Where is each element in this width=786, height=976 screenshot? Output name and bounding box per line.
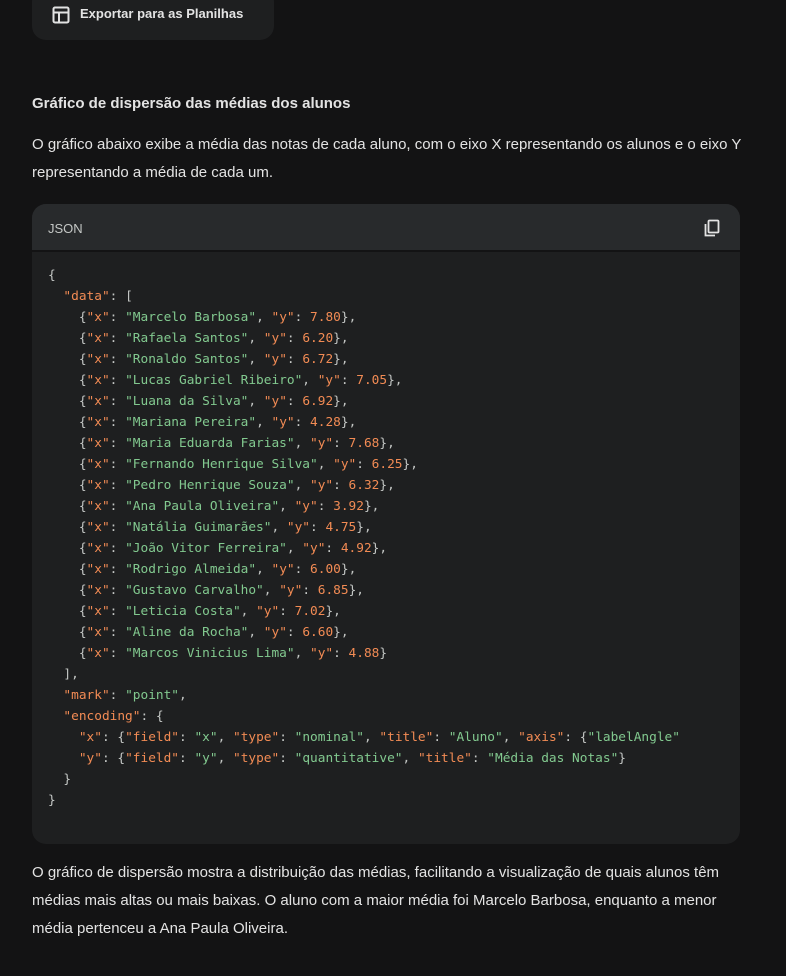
code-point-value: 6.92 [302, 394, 334, 409]
section-heading: Gráfico de dispersão das médias dos alun… [32, 95, 351, 112]
code-point-name: "Luana da Silva" [125, 394, 249, 409]
code-point-name: "Gustavo Carvalho" [125, 583, 264, 598]
code-point-name: "Fernando Henrique Silva" [125, 457, 318, 472]
closing-paragraph: O gráfico de dispersão mostra a distribu… [32, 864, 720, 937]
code-point-name: "Marcos Vinicius Lima" [125, 646, 295, 661]
export-to-sheets-button[interactable]: Exportar para as Planilhas [32, 0, 274, 40]
code-point-name: "Lucas Gabriel Ribeiro" [125, 373, 303, 388]
code-point-value: 7.68 [348, 436, 380, 451]
code-point-name: "Pedro Henrique Souza" [125, 478, 295, 493]
code-block: JSON { "data": [ {"x": "Marcelo Barbosa"… [32, 204, 740, 844]
code-point-name: "João Vitor Ferreira" [125, 541, 287, 556]
code-point-name: "Rodrigo Almeida" [125, 562, 257, 577]
code-point-name: "Ana Paula Oliveira" [125, 499, 280, 514]
code-block-header: JSON [32, 204, 740, 252]
code-point-value: 3.92 [333, 499, 364, 514]
code-point-value: 7.80 [310, 310, 341, 325]
export-button-label: Exportar para as Planilhas [80, 6, 244, 21]
intro-paragraph: O gráfico abaixo exibe a média das notas… [32, 136, 742, 181]
code-point-value: 6.72 [302, 352, 334, 367]
code-point-name: "Aline da Rocha" [125, 625, 249, 640]
code-point-value: 6.85 [317, 583, 349, 598]
code-content[interactable]: { "data": [ {"x": "Marcelo Barbosa", "y"… [48, 265, 740, 811]
code-point-value: 6.20 [302, 331, 334, 346]
code-point-value: 7.05 [356, 373, 388, 388]
code-point-value: 4.28 [310, 415, 341, 430]
code-language-label: JSON [48, 221, 83, 236]
code-point-value: 6.25 [371, 457, 403, 472]
code-point-name: "Natália Guimarães" [125, 520, 272, 535]
code-point-value: 4.92 [340, 541, 372, 556]
code-point-name: "Maria Eduarda Farias" [125, 436, 295, 451]
code-point-name: "Marcelo Barbosa" [125, 310, 257, 325]
copy-icon[interactable] [702, 218, 722, 238]
code-point-name: "Rafaela Santos" [125, 331, 249, 346]
code-point-value: 6.60 [302, 625, 334, 640]
code-point-value: 4.88 [348, 646, 380, 661]
code-point-value: 7.02 [294, 604, 326, 619]
code-point-name: "Mariana Pereira" [125, 415, 257, 430]
code-point-name: "Leticia Costa" [125, 604, 241, 619]
code-point-name: "Ronaldo Santos" [125, 352, 249, 367]
table-grid-icon [52, 6, 70, 24]
code-point-value: 6.32 [348, 478, 380, 493]
code-point-value: 6.00 [310, 562, 341, 577]
code-point-value: 4.75 [325, 520, 357, 535]
